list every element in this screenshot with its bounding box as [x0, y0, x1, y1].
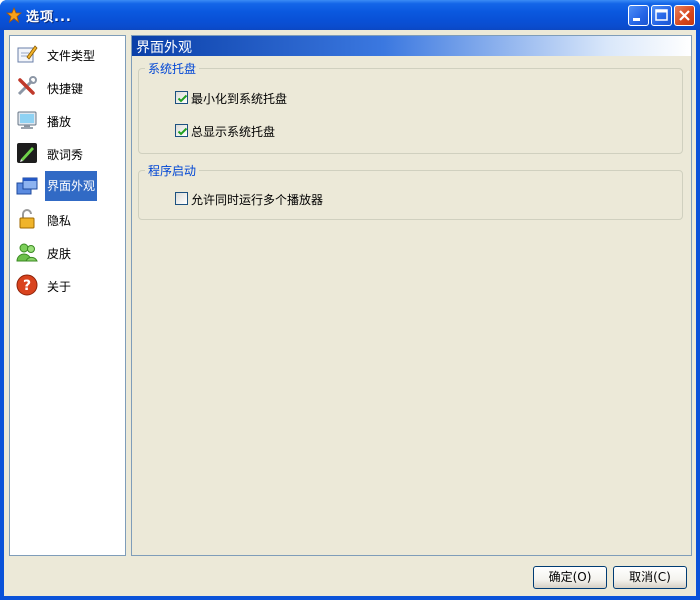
sidebar-item-label: 文件类型: [47, 49, 96, 63]
sidebar-item-label: 快捷键: [47, 82, 84, 96]
title-bar[interactable]: 选项...: [0, 0, 700, 30]
checkbox-box[interactable]: [175, 124, 188, 137]
checkbox-label: 最小化到系统托盘: [191, 92, 288, 106]
category-sidebar: 文件类型 快捷键 播放 歌词秀 界面外观 隐私 皮肤 ? 关于: [9, 35, 126, 556]
minimize-button[interactable]: [628, 5, 649, 26]
group-title: 程序启动: [145, 162, 200, 179]
app-star-icon: [6, 7, 22, 23]
cancel-button[interactable]: 取消(C): [613, 566, 687, 589]
sidebar-item-label: 歌词秀: [47, 148, 84, 162]
checkbox-label: 总显示系统托盘: [191, 125, 276, 139]
dialog-body: 文件类型 快捷键 播放 歌词秀 界面外观 隐私 皮肤 ? 关于 界面外观 系统托…: [4, 30, 696, 596]
sidebar-item-about[interactable]: ? 关于: [13, 270, 124, 300]
options-window: 选项... 文件类型 快捷键 播放 歌词秀 界面外观 隐私 皮肤 ? 关于 界面…: [0, 0, 700, 600]
hotkey-tools-icon: [17, 76, 37, 96]
lyrics-pen-icon: [17, 143, 37, 163]
ok-button[interactable]: 确定(O): [533, 566, 607, 589]
sidebar-item-playback[interactable]: 播放: [13, 105, 124, 135]
sidebar-item-hotkeys[interactable]: 快捷键: [13, 72, 124, 102]
sidebar-item-label: 隐私: [47, 214, 72, 228]
sidebar-item-privacy[interactable]: 隐私: [13, 204, 124, 234]
maximize-button[interactable]: [651, 5, 672, 26]
settings-panel: 界面外观 系统托盘 最小化到系统托盘 总显示系统托盘 程序启动 允许同时运行多个…: [131, 35, 692, 556]
close-icon: [679, 10, 690, 21]
checkbox-label: 允许同时运行多个播放器: [191, 193, 324, 207]
help-icon: ?: [16, 274, 38, 296]
sidebar-item-lyrics[interactable]: 歌词秀: [13, 138, 124, 168]
panel-header: 界面外观: [132, 36, 691, 56]
svg-text:?: ?: [23, 278, 31, 294]
checkbox-box[interactable]: [175, 192, 188, 205]
window-title: 选项...: [26, 10, 72, 25]
sidebar-item-label: 界面外观: [45, 171, 98, 201]
checkbox-box[interactable]: [175, 91, 188, 104]
checkmark-icon: [177, 127, 188, 136]
maximize-icon: [655, 9, 668, 21]
sidebar-item-label: 播放: [47, 115, 72, 129]
windows-appearance-icon: [16, 177, 38, 195]
users-skin-icon: [16, 243, 38, 262]
sidebar-item-label: 关于: [47, 280, 72, 294]
sidebar-item-label: 皮肤: [47, 247, 72, 261]
sidebar-item-appearance[interactable]: 界面外观: [13, 171, 124, 201]
file-type-icon: [17, 45, 38, 63]
checkmark-icon: [177, 94, 188, 103]
group-system-tray: 系统托盘 最小化到系统托盘 总显示系统托盘: [138, 60, 683, 154]
lock-icon: [19, 209, 35, 229]
group-program-startup: 程序启动 允许同时运行多个播放器: [138, 162, 683, 220]
close-button[interactable]: [674, 5, 695, 26]
sidebar-item-skins[interactable]: 皮肤: [13, 237, 124, 267]
sidebar-item-file-types[interactable]: 文件类型: [13, 39, 124, 69]
monitor-icon: [17, 111, 37, 129]
group-title: 系统托盘: [145, 60, 200, 77]
minimize-icon: [633, 18, 640, 21]
panel-title: 界面外观: [136, 40, 192, 56]
